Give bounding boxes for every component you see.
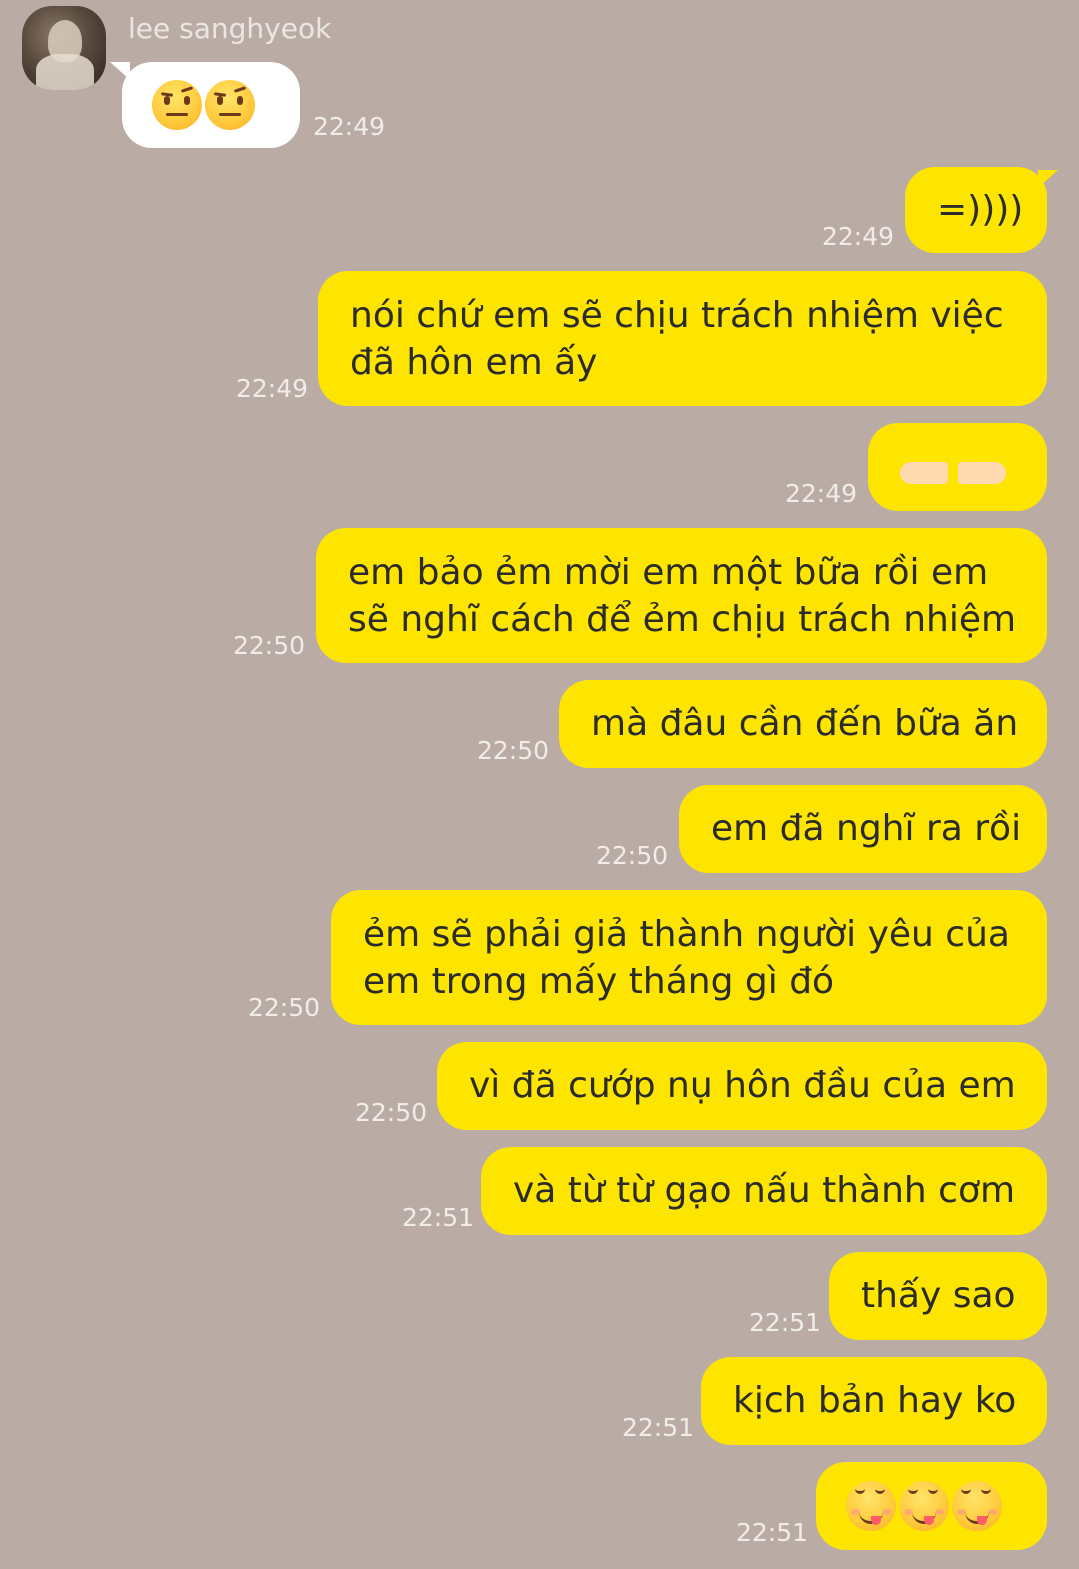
message-text-line: em bảo ẻm mời em một bữa rồi em xyxy=(348,552,989,593)
message-text-line: sẽ nghĩ cách để ẻm chịu trách nhiệm xyxy=(348,599,1017,640)
message-timestamp: 22:50 xyxy=(233,631,306,660)
message-text-line: ẻm sẽ phải giả thành người yêu của xyxy=(363,914,1010,955)
message-text: thấy sao xyxy=(861,1275,1016,1316)
message-bubble-outgoing[interactable] xyxy=(816,1462,1047,1550)
contact-avatar[interactable] xyxy=(22,6,106,90)
fingers-pointing-together-icon xyxy=(900,452,1010,492)
message-text-line: nói chứ em sẽ chịu trách nhiệm việc xyxy=(350,295,1004,336)
message-bubble-outgoing[interactable]: =)))) xyxy=(905,167,1047,253)
message-bubble-outgoing[interactable]: ẻm sẽ phải giả thành người yêu của em tr… xyxy=(331,890,1047,1025)
message-timestamp: 22:50 xyxy=(477,736,550,765)
message-text: em đã nghĩ ra rồi xyxy=(711,808,1022,849)
message-timestamp: 22:51 xyxy=(402,1203,475,1232)
message-text: =)))) xyxy=(937,189,1024,230)
message-text: và từ từ gạo nấu thành cơm xyxy=(513,1170,1016,1211)
message-bubble-outgoing[interactable]: kịch bản hay ko xyxy=(701,1357,1047,1445)
face-with-raised-eyebrow-icon xyxy=(152,80,202,130)
message-bubble-outgoing[interactable] xyxy=(868,423,1047,511)
message-bubble-outgoing[interactable]: mà đâu cần đến bữa ăn xyxy=(559,680,1047,768)
message-bubble-outgoing[interactable]: vì đã cướp nụ hôn đầu của em xyxy=(437,1042,1047,1130)
face-savoring-food-icon xyxy=(846,1481,896,1531)
message-bubble-outgoing[interactable]: và từ từ gạo nấu thành cơm xyxy=(481,1147,1047,1235)
message-bubble-outgoing[interactable]: em đã nghĩ ra rồi xyxy=(679,785,1047,873)
message-bubble-incoming[interactable] xyxy=(122,62,300,148)
message-timestamp: 22:49 xyxy=(236,374,309,403)
message-timestamp: 22:49 xyxy=(822,222,895,251)
message-timestamp: 22:49 xyxy=(785,479,858,508)
message-timestamp: 22:50 xyxy=(355,1098,428,1127)
message-text: vì đã cướp nụ hôn đầu của em xyxy=(469,1065,1016,1106)
face-with-raised-eyebrow-icon xyxy=(205,80,255,130)
message-text-line: em trong mấy tháng gì đó xyxy=(363,961,835,1002)
message-bubble-outgoing[interactable]: nói chứ em sẽ chịu trách nhiệm việc đã h… xyxy=(318,271,1047,406)
message-text: mà đâu cần đến bữa ăn xyxy=(591,703,1019,744)
contact-name: lee sanghyeok xyxy=(128,12,332,45)
message-bubble-outgoing[interactable]: em bảo ẻm mời em một bữa rồi em sẽ nghĩ … xyxy=(316,528,1047,663)
message-timestamp: 22:50 xyxy=(248,993,321,1022)
message-timestamp: 22:51 xyxy=(622,1413,695,1442)
message-text-line: đã hôn em ấy xyxy=(350,342,598,383)
message-timestamp: 22:50 xyxy=(596,841,669,870)
message-timestamp: 22:49 xyxy=(313,112,386,141)
face-savoring-food-icon xyxy=(899,1481,949,1531)
message-timestamp: 22:51 xyxy=(736,1518,809,1547)
message-text: kịch bản hay ko xyxy=(733,1380,1017,1421)
avatar-photo-body xyxy=(36,54,94,90)
message-bubble-outgoing[interactable]: thấy sao xyxy=(829,1252,1047,1340)
face-savoring-food-icon xyxy=(952,1481,1002,1531)
message-timestamp: 22:51 xyxy=(749,1308,822,1337)
